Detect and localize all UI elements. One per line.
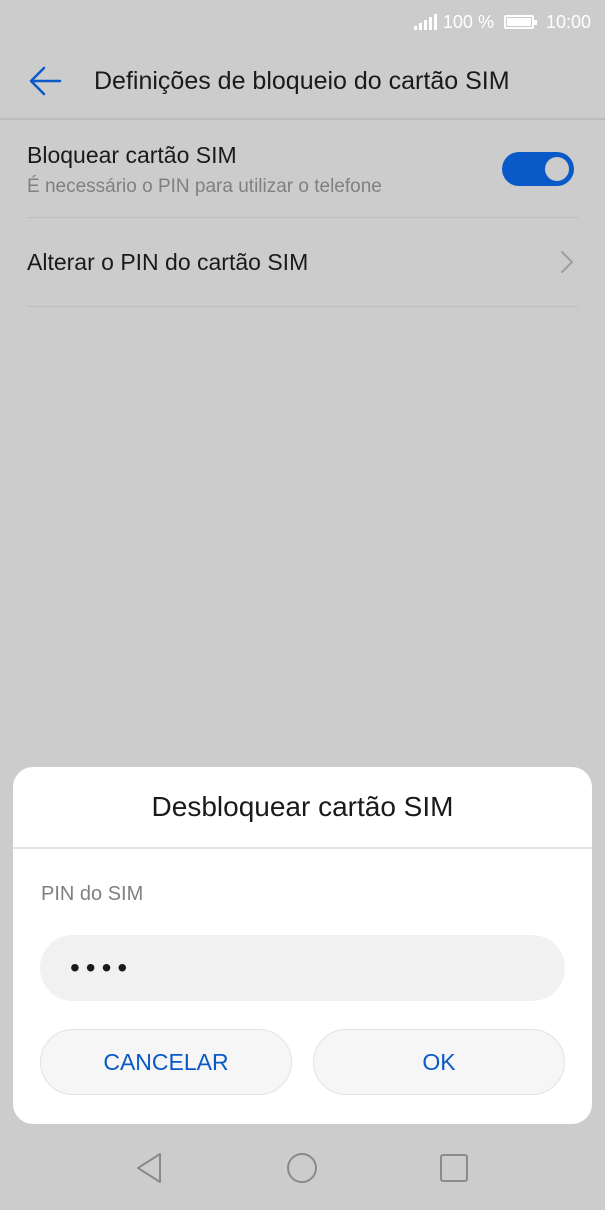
battery-percentage: 100 % (442, 11, 494, 32)
unlock-sim-dialog: Desbloquear cartão SIM PIN do SIM •••• C… (13, 767, 592, 1124)
pin-input[interactable]: •••• (40, 935, 565, 1001)
page-title: Definições de bloqueio do cartão SIM (94, 66, 510, 95)
battery-icon (503, 15, 537, 29)
chevron-right-icon (561, 251, 573, 273)
nav-recents-icon[interactable] (434, 1148, 474, 1188)
back-arrow-icon[interactable] (28, 64, 62, 98)
nav-home-icon[interactable] (282, 1148, 322, 1188)
toggle-knob (545, 157, 569, 181)
signal-icon (413, 14, 437, 30)
ok-button[interactable]: OK (313, 1029, 565, 1095)
clock: 10:00 (545, 11, 591, 32)
app-bar: Definições de bloqueio do cartão SIM (0, 44, 605, 120)
lock-sim-title: Bloquear cartão SIM (27, 142, 237, 168)
cancel-button[interactable]: CANCELAR (40, 1029, 292, 1095)
change-pin-row[interactable]: Alterar o PIN do cartão SIM (27, 218, 578, 307)
lock-sim-subtitle: É necessário o PIN para utilizar o telef… (27, 176, 382, 197)
dialog-title: Desbloquear cartão SIM (13, 767, 592, 849)
nav-back-icon[interactable] (130, 1148, 170, 1188)
lock-sim-toggle[interactable] (502, 152, 574, 186)
change-pin-title: Alterar o PIN do cartão SIM (27, 248, 309, 275)
navigation-bar (0, 1124, 605, 1210)
status-bar: 100 % 10:00 (0, 0, 605, 44)
lock-sim-row[interactable]: Bloquear cartão SIM É necessário o PIN p… (27, 122, 578, 218)
pin-label: PIN do SIM (41, 883, 144, 905)
settings-list: Bloquear cartão SIM É necessário o PIN p… (27, 122, 578, 307)
